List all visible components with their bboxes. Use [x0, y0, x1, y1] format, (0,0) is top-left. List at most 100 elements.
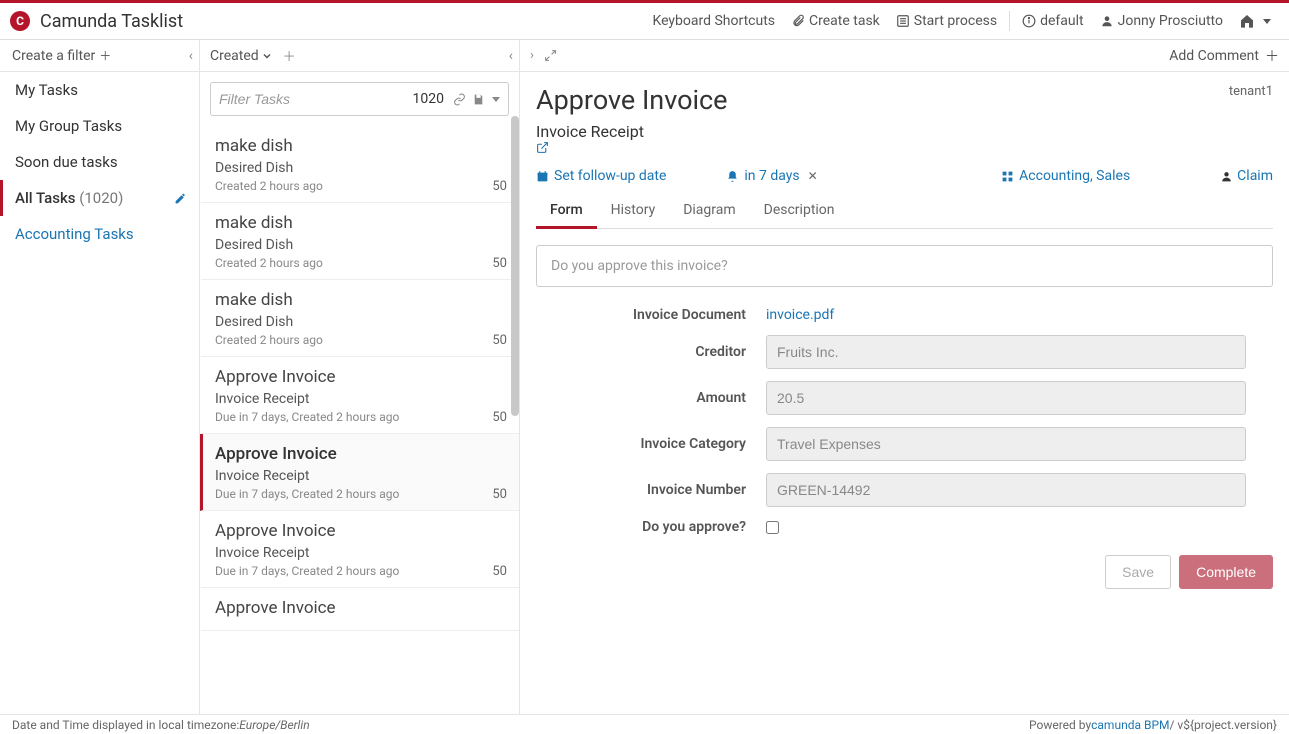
filter-item-label: Accounting Tasks	[15, 225, 134, 243]
pencil-icon[interactable]	[174, 192, 187, 205]
task-meta: Due in 7 days, Created 2 hours ago	[215, 487, 399, 501]
footer: Date and Time displayed in local timezon…	[0, 714, 1289, 734]
task-subtitle: Desired Dish	[215, 314, 507, 330]
product-link[interactable]: camunda BPM	[1091, 718, 1169, 732]
amount-input	[766, 381, 1246, 415]
user-label: Jonny Prosciutto	[1118, 13, 1223, 29]
task-meta: Created 2 hours ago	[215, 256, 323, 270]
task-meta: Due in 7 days, Created 2 hours ago	[215, 410, 399, 424]
groups-link[interactable]: Accounting, Sales	[1001, 168, 1130, 184]
user-icon	[1220, 170, 1233, 183]
creditor-input	[766, 335, 1246, 369]
process-name: Invoice Receipt	[536, 122, 644, 141]
invoice-document-label: Invoice Document	[536, 307, 766, 323]
collapse-filters-icon[interactable]: ‹	[189, 48, 193, 64]
timezone-value: Europe/Berlin	[239, 718, 309, 732]
link-icon[interactable]	[453, 93, 466, 106]
filters-column: Create a filter ＋ ‹ My Tasks My Group Tas…	[0, 40, 200, 714]
filter-item-4[interactable]: Accounting Tasks	[0, 216, 199, 252]
info-icon	[1022, 14, 1036, 28]
task-title: Approve Invoice	[536, 84, 728, 116]
complete-button[interactable]: Complete	[1179, 555, 1273, 589]
filter-item-2[interactable]: Soon due tasks	[0, 144, 199, 180]
groups-label: Accounting, Sales	[1019, 168, 1130, 184]
sort-button[interactable]: Created	[210, 48, 259, 64]
brand-logo: C	[10, 11, 30, 31]
create-filter-label: Create a filter	[12, 48, 95, 64]
task-title: make dish	[215, 213, 507, 233]
filter-item-1[interactable]: My Group Tasks	[0, 108, 199, 144]
task-priority: 50	[492, 410, 507, 425]
tasks-list[interactable]: make dish Desired Dish Created 2 hours ago…	[200, 126, 519, 714]
filter-list: My Tasks My Group Tasks Soon due tasks All …	[0, 72, 199, 252]
home-dropdown[interactable]	[1231, 13, 1279, 29]
add-comment-button[interactable]: Add Comment ＋	[1169, 46, 1279, 66]
timezone-prefix: Date and Time displayed in local timezon…	[12, 718, 239, 732]
task-priority: 50	[492, 333, 507, 348]
main-layout: Create a filter ＋ ‹ My Tasks My Group Tas…	[0, 40, 1289, 714]
clear-due-icon[interactable]: ✕	[808, 169, 818, 183]
claim-section: Claim	[1220, 168, 1273, 184]
tasks-filter-box: 1020	[210, 82, 509, 116]
paperclip-icon	[791, 14, 805, 28]
category-label: Invoice Category	[536, 436, 766, 452]
invoice-document-link[interactable]: invoice.pdf	[766, 307, 834, 323]
claim-button[interactable]: Claim	[1237, 168, 1273, 184]
add-sort-icon[interactable]: ＋	[283, 46, 296, 65]
save-button[interactable]: Save	[1105, 555, 1171, 589]
task-priority: 50	[492, 256, 507, 271]
due-date[interactable]: in 7 days ✕	[726, 168, 817, 184]
start-process-button[interactable]: Start process	[888, 13, 1005, 29]
external-link-icon[interactable]	[536, 141, 1273, 154]
tab-form[interactable]: Form	[536, 194, 597, 229]
task-item-5[interactable]: Approve InvoiceInvoice ReceiptDue in 7 d…	[200, 511, 519, 588]
task-subtitle: Desired Dish	[215, 237, 507, 253]
filter-item-label: All Tasks (1020)	[15, 189, 123, 207]
filter-item-0[interactable]: My Tasks	[0, 72, 199, 108]
scrollbar[interactable]	[511, 116, 519, 416]
expand-right-icon[interactable]: ›	[530, 48, 534, 63]
task-title: Approve Invoice	[215, 444, 507, 464]
task-item-2[interactable]: make dishDesired DishCreated 2 hours ago…	[200, 280, 519, 357]
tab-history[interactable]: History	[597, 194, 670, 228]
list-icon	[896, 14, 910, 28]
task-item-0[interactable]: make dishDesired DishCreated 2 hours ago…	[200, 126, 519, 203]
filter-item-3[interactable]: All Tasks (1020)	[0, 180, 199, 216]
collapse-tasks-icon[interactable]: ‹	[509, 48, 513, 64]
amount-label: Amount	[536, 390, 766, 406]
engine-dropdown[interactable]: default	[1014, 13, 1092, 29]
plus-icon: ＋	[99, 47, 111, 64]
tab-diagram[interactable]: Diagram	[669, 194, 749, 228]
user-dropdown[interactable]: Jonny Prosciutto	[1092, 13, 1231, 29]
chevron-down-icon[interactable]	[261, 50, 273, 62]
process-row: Invoice Receipt	[536, 122, 1273, 154]
fullscreen-icon[interactable]	[544, 49, 557, 62]
start-process-label: Start process	[914, 13, 997, 29]
plus-icon: ＋	[1265, 46, 1279, 66]
task-item-3[interactable]: Approve InvoiceInvoice ReceiptDue in 7 d…	[200, 357, 519, 434]
task-item-6[interactable]: Approve Invoice	[200, 588, 519, 631]
save-filter-icon[interactable]	[472, 93, 485, 106]
brand-title: Camunda Tasklist	[40, 11, 183, 32]
filter-tasks-input[interactable]	[219, 91, 407, 107]
create-task-label: Create task	[809, 13, 880, 29]
number-input	[766, 473, 1246, 507]
task-subtitle: Invoice Receipt	[215, 545, 507, 561]
filter-item-label: My Group Tasks	[15, 117, 122, 135]
task-item-1[interactable]: make dish Desired Dish Created 2 hours ago…	[200, 203, 519, 280]
create-task-button[interactable]: Create task	[783, 13, 888, 29]
detail-header: › Add Comment ＋	[520, 40, 1289, 72]
set-followup-button[interactable]: Set follow-up date	[536, 168, 666, 184]
keyboard-shortcuts-link[interactable]: Keyboard Shortcuts	[644, 13, 783, 29]
task-item-4[interactable]: Approve Invoice Invoice Receipt Due in 7 d…	[200, 434, 519, 511]
caret-down-icon[interactable]	[492, 97, 500, 102]
approve-label: Do you approve?	[536, 519, 766, 535]
detail-column: › Add Comment ＋ Approve Invoice tenant1 …	[520, 40, 1289, 714]
task-title: Approve Invoice	[215, 598, 507, 618]
calendar-icon	[536, 170, 549, 183]
tab-description[interactable]: Description	[750, 194, 849, 228]
task-subtitle: Invoice Receipt	[215, 468, 507, 484]
filter-item-count: (1020)	[79, 189, 123, 207]
approve-checkbox[interactable]	[766, 521, 779, 534]
create-filter-button[interactable]: Create a filter ＋ ‹	[0, 40, 199, 72]
